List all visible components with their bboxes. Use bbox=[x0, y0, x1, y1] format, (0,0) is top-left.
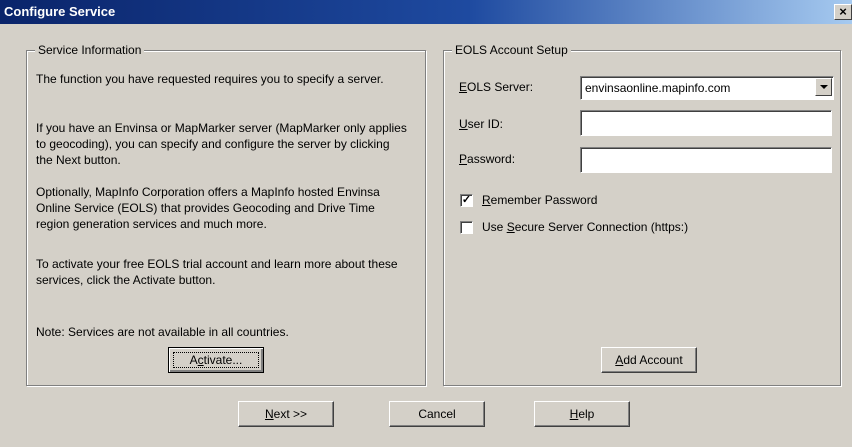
window-title: Configure Service bbox=[4, 4, 116, 19]
info-paragraph-1: The function you have requested requires… bbox=[36, 72, 384, 86]
remember-password-checkbox[interactable]: ✓ bbox=[460, 194, 473, 207]
help-button[interactable]: Help bbox=[534, 401, 630, 427]
info-paragraph-3: Optionally, MapInfo Corporation offers a… bbox=[36, 185, 380, 231]
password-label: Password: bbox=[459, 152, 516, 166]
eols-server-combobox[interactable]: envinsaonline.mapinfo.com bbox=[580, 76, 834, 100]
add-account-button[interactable]: Add Account bbox=[601, 347, 697, 373]
password-field[interactable] bbox=[580, 147, 832, 173]
cancel-button[interactable]: Cancel bbox=[389, 401, 485, 427]
activate-button[interactable]: Activate... bbox=[168, 347, 264, 373]
remember-password-label[interactable]: Remember Password bbox=[482, 193, 597, 207]
info-paragraph-2: If you have an Envinsa or MapMarker serv… bbox=[36, 121, 407, 167]
service-information-legend: Service Information bbox=[35, 43, 145, 57]
user-id-label: User ID: bbox=[459, 117, 504, 131]
eols-account-setup-group: EOLS Account Setup EOLS Server: envinsao… bbox=[443, 43, 841, 386]
user-id-field[interactable] bbox=[580, 110, 832, 136]
close-button[interactable]: × bbox=[834, 4, 852, 20]
eols-server-value: envinsaonline.mapinfo.com bbox=[585, 81, 731, 95]
secure-connection-label[interactable]: Use Secure Server Connection (https:) bbox=[482, 220, 688, 234]
secure-connection-checkbox[interactable] bbox=[460, 221, 473, 234]
chevron-down-icon[interactable] bbox=[815, 78, 832, 96]
activate-focus-rect bbox=[173, 352, 259, 368]
title-bar: Configure Service × bbox=[0, 0, 852, 24]
availability-note: Note: Services are not available in all … bbox=[36, 325, 289, 339]
info-paragraph-4: To activate your free EOLS trial account… bbox=[36, 257, 398, 287]
eols-account-setup-legend: EOLS Account Setup bbox=[452, 43, 571, 57]
eols-server-label: EOLS Server: bbox=[459, 80, 534, 94]
service-information-group: Service Information The function you hav… bbox=[26, 43, 426, 386]
next-button[interactable]: Next >> bbox=[238, 401, 334, 427]
